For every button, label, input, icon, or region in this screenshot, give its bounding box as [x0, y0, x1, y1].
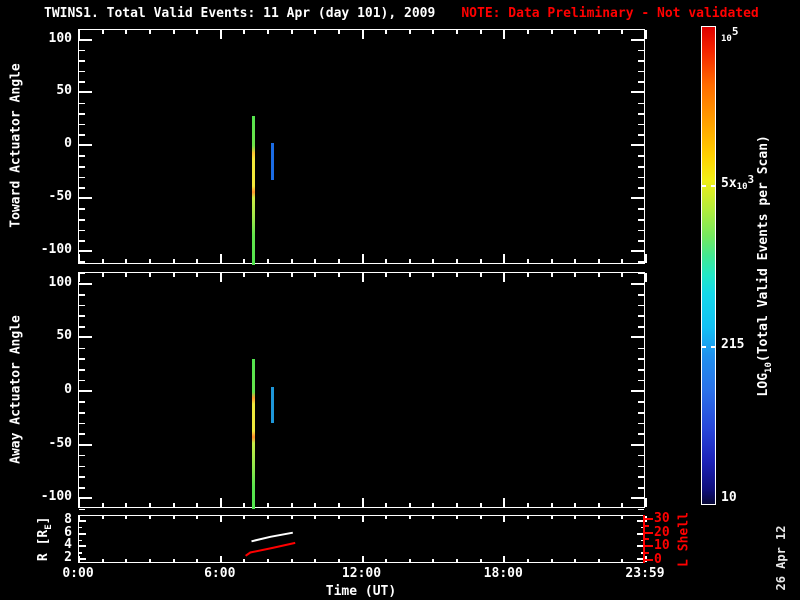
time-tick-label: 12:00 [322, 566, 402, 582]
lshell-minor-tick [645, 525, 649, 527]
colorbar-gradient [702, 27, 715, 504]
colorbar-tick-dash [711, 346, 715, 348]
colorbar-tick-dash [702, 346, 706, 348]
time-axis-label: Time (UT) [261, 584, 461, 599]
lshell-major-tick [645, 545, 653, 547]
radial-ylabel-post: ] [36, 517, 51, 525]
colorbar-tick-label-part: 10 [737, 182, 748, 192]
toward-ylabel: Toward Actuator Angle [9, 26, 24, 266]
y-tick-label: 100 [30, 275, 72, 291]
colorbar-tick-label: 215 [721, 337, 744, 353]
radial-ylabel-sub: E [44, 524, 54, 529]
colorbar-tick-label-part: 215 [721, 337, 744, 352]
colorbar-tick-label: 5x103 [721, 176, 754, 193]
radial-ylabel-pre: R [R [36, 530, 51, 561]
lshell-major-tick [645, 532, 653, 534]
y-tick-label: -100 [30, 242, 72, 258]
colorbar [701, 26, 716, 505]
lshell-minor-tick [645, 552, 649, 554]
colorbar-tick-label: 10 [721, 490, 737, 506]
colorbar-tick-label-part: 10 [721, 34, 732, 44]
colorbar-tick-dash [702, 185, 706, 187]
colorbar-tick-label: 105 [721, 28, 738, 45]
time-tick-label: 6:00 [180, 566, 260, 582]
y-tick-label: -50 [30, 436, 72, 452]
colorbar-tick-label-part: 3 [748, 173, 755, 186]
colorbar-title-sub: 10 [764, 362, 774, 373]
colorbar-tick-dash [711, 185, 715, 187]
y-tick-label: -50 [30, 189, 72, 205]
colorbar-tick-label-part: 5 [732, 25, 739, 38]
colorbar-title-pre: LOG [756, 373, 771, 396]
radial-ylabel: R [RE] [36, 479, 54, 599]
y-tick-label: 50 [30, 83, 72, 99]
colorbar-title-post: (Total Valid Events per Scan) [756, 135, 771, 362]
y-tick-label: 50 [30, 328, 72, 344]
away-ylabel: Away Actuator Angle [9, 270, 24, 510]
lshell-minor-tick [645, 538, 649, 540]
time-tick-label: 18:00 [463, 566, 543, 582]
colorbar-title: LOG10(Total Valid Events per Scan) [756, 26, 774, 506]
y-tick-label: 0 [30, 382, 72, 398]
lshell-major-tick [645, 518, 653, 520]
lshell-label: L Shell [677, 480, 692, 600]
colorbar-tick-label-part: 10 [721, 490, 737, 505]
date-stamp: 26 Apr 12 [774, 498, 788, 600]
lshell-major-tick [645, 559, 653, 561]
y-tick-label: 100 [30, 31, 72, 47]
colorbar-tick-label-part: 5x [721, 176, 737, 191]
twins-plot-screen: TWINS1. Total Valid Events: 11 Apr (day … [0, 0, 800, 600]
time-tick-label: 23:59 [605, 566, 685, 582]
y-tick-label: 0 [30, 136, 72, 152]
